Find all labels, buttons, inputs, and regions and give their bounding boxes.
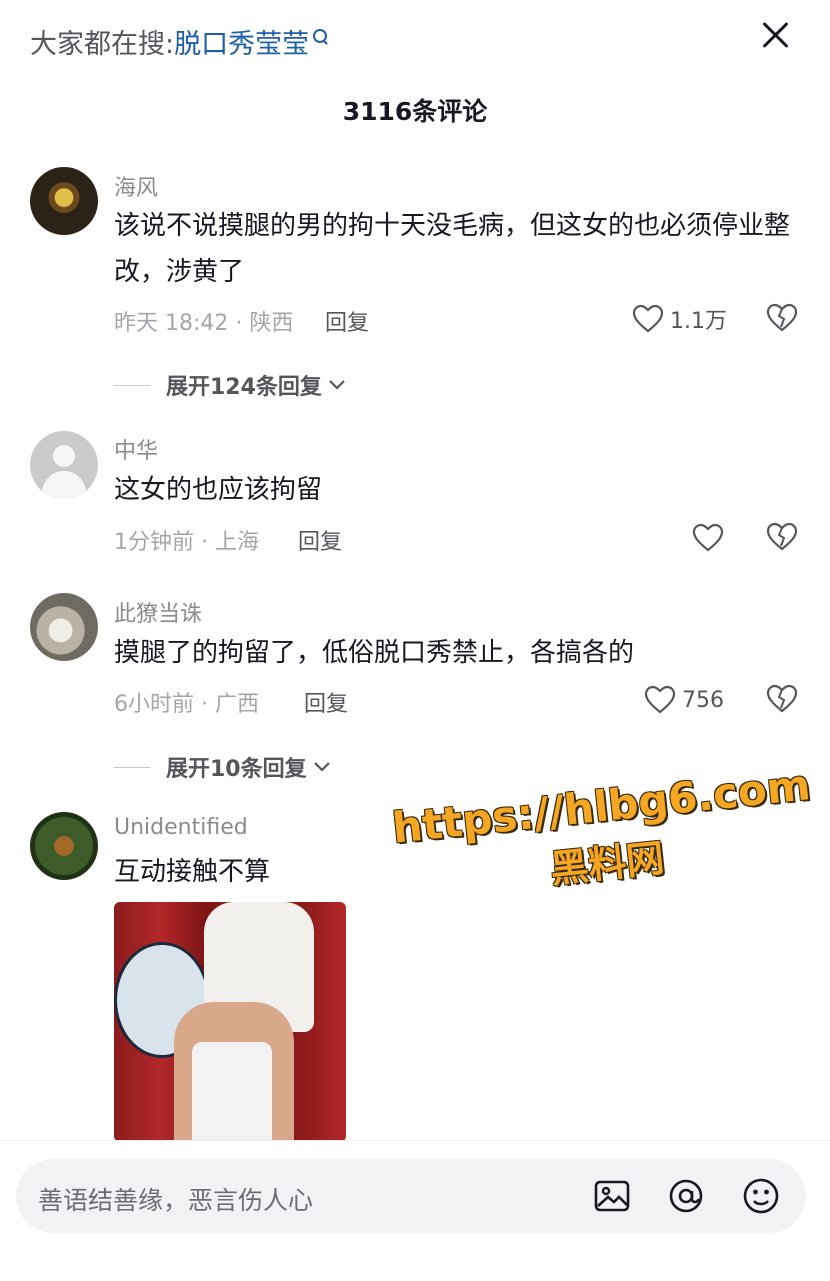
comment-input-bar: 善语结善缘，恶言伤人心	[0, 1140, 830, 1281]
comment-meta: 1分钟前 · 上海	[114, 530, 259, 555]
image-icon[interactable]	[592, 1176, 632, 1216]
comment-author[interactable]: Unidentified	[114, 815, 248, 840]
avatar[interactable]	[30, 812, 98, 880]
comment-count: 3116条评论	[342, 97, 488, 126]
like-count: 1.1万	[670, 309, 727, 334]
divider	[114, 384, 150, 386]
heart-icon	[644, 685, 676, 714]
avatar[interactable]	[30, 431, 98, 499]
expand-replies-button[interactable]: 展开124条回复	[114, 369, 346, 401]
comment-text: 摸腿了的拘留了，低俗脱口秀禁止，各搞各的	[114, 638, 635, 668]
like-count: 756	[682, 687, 724, 713]
chevron-down-icon	[313, 762, 330, 772]
broken-heart-icon[interactable]	[766, 522, 798, 552]
broken-heart-icon[interactable]	[766, 303, 798, 333]
comment-meta: 昨天 18:42 · 陕西	[114, 311, 294, 336]
like-button[interactable]: 756	[644, 683, 724, 717]
reply-button[interactable]: 回复	[298, 524, 342, 556]
chevron-down-icon	[329, 380, 345, 390]
search-suggestion[interactable]: 大家都在搜:脱口秀莹莹	[30, 22, 328, 61]
comment-author[interactable]: 此獠当诛	[114, 596, 202, 628]
divider	[114, 766, 150, 768]
comment-image[interactable]	[114, 902, 346, 1142]
comment-meta: 6小时前 · 广西	[114, 692, 259, 717]
expand-replies-button[interactable]: 展开10条回复	[114, 751, 331, 783]
comment-text: 这女的也应该拘留	[114, 475, 323, 505]
comment-text: 互动接触不算	[114, 857, 271, 887]
broken-heart-icon[interactable]	[766, 684, 798, 714]
expand-replies-label: 展开124条回复	[166, 375, 322, 400]
search-prefix: 大家都在搜:	[30, 29, 175, 60]
avatar[interactable]	[30, 167, 98, 235]
like-button[interactable]	[692, 521, 724, 555]
reply-button[interactable]: 回复	[325, 305, 369, 337]
search-keyword-link[interactable]: 脱口秀莹莹	[174, 29, 309, 60]
search-icon	[313, 29, 328, 43]
like-button[interactable]: 1.1万	[632, 302, 727, 336]
heart-icon	[632, 304, 664, 333]
expand-replies-label: 展开10条回复	[166, 757, 307, 782]
comment-text: 该说不说摸腿的男的拘十天没毛病，但这女的也必须停业整改，涉黄了	[114, 211, 791, 287]
comment-author[interactable]: 海风	[114, 170, 158, 202]
emoji-icon[interactable]	[741, 1176, 781, 1216]
avatar[interactable]	[30, 593, 98, 661]
reply-button[interactable]: 回复	[304, 686, 348, 718]
close-icon[interactable]	[760, 20, 790, 50]
image-figure	[192, 1042, 272, 1142]
at-icon[interactable]	[666, 1176, 706, 1216]
watermark-url: https://hlbg6.com	[390, 760, 813, 853]
comment-input[interactable]: 善语结善缘，恶言伤人心	[16, 1159, 806, 1233]
heart-icon	[692, 523, 724, 552]
comment-author[interactable]: 中华	[114, 433, 158, 465]
input-placeholder: 善语结善缘，恶言伤人心	[38, 1186, 314, 1215]
top-bar: 大家都在搜:脱口秀莹莹	[0, 0, 830, 80]
